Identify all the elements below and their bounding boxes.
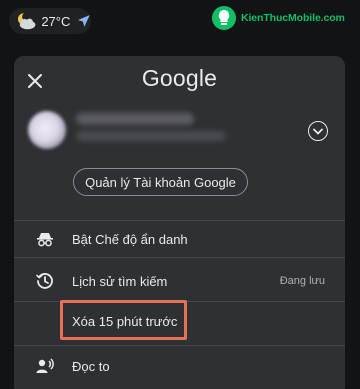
partly-cloudy-night-icon (17, 13, 36, 30)
highlight-box (60, 300, 187, 340)
manage-account-button[interactable]: Quản lý Tài khoản Google (73, 168, 248, 196)
chevron-down-icon (313, 128, 323, 135)
divider (14, 257, 345, 258)
menu-item-search-history[interactable]: Lịch sử tìm kiếm Đang lưu (14, 262, 345, 300)
menu-item-label: Lịch sử tìm kiếm (72, 273, 168, 289)
google-account-menu: Google Quản lý Tài khoản Google Bật Chế … (14, 56, 345, 389)
navigation-arrow-icon (78, 15, 91, 27)
google-logo: Google (141, 65, 218, 91)
menu-item-label: Bật Chế độ ẩn danh (72, 231, 188, 247)
lightbulb-logo-icon (212, 6, 236, 30)
temperature: 27°C (41, 13, 71, 29)
menu-item-read-aloud[interactable]: Đọc to (14, 347, 345, 385)
incognito-icon (36, 230, 54, 248)
history-status: Đang lưu (279, 275, 325, 287)
read-aloud-icon (36, 357, 54, 375)
history-icon (36, 272, 54, 290)
avatar[interactable] (28, 111, 66, 149)
watermark: KienThucMobile.com (211, 4, 359, 32)
account-name-redacted (76, 113, 194, 125)
expand-accounts-button[interactable] (308, 121, 328, 141)
watermark-text: KienThucMobile.com (241, 12, 345, 24)
menu-item-incognito[interactable]: Bật Chế độ ẩn danh (14, 220, 345, 258)
menu-item-label: Đọc to (72, 358, 110, 374)
divider (14, 345, 345, 346)
status-bar: 27°C KienThucMobile.com (0, 0, 360, 44)
account-email-redacted (76, 131, 226, 141)
weather-chip[interactable]: 27°C (9, 8, 91, 34)
